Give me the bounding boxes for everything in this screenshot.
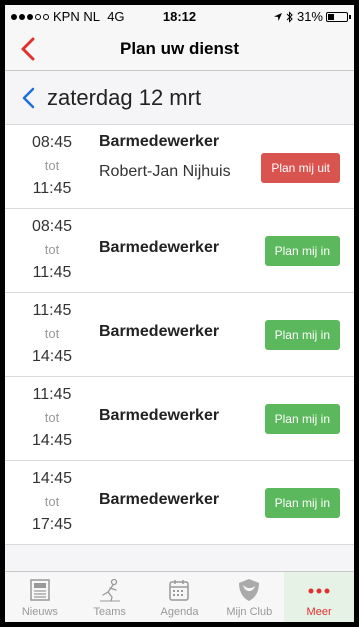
status-bar: KPN NL 4G 18:12 31% bbox=[5, 5, 354, 27]
shift-end: 11:45 bbox=[32, 264, 72, 281]
shift-role: Barmedewerker bbox=[99, 323, 220, 340]
page-title: Plan uw dienst bbox=[119, 39, 240, 58]
shift-row: 11:45 tot 14:45 Barmedewerker Plan mij i… bbox=[5, 377, 354, 461]
bluetooth-icon bbox=[286, 10, 293, 23]
shift-row: 08:45 tot 11:45 Barmedewerker Robert-Jan… bbox=[5, 125, 354, 209]
shift-list: 08:45 tot 11:45 Barmedewerker Robert-Jan… bbox=[5, 125, 354, 545]
battery-percent: 31% bbox=[296, 9, 323, 24]
tab-teams[interactable]: Teams bbox=[75, 572, 145, 622]
tab-meer[interactable]: Meer bbox=[284, 572, 354, 622]
player-icon bbox=[99, 578, 120, 602]
newspaper-icon bbox=[30, 579, 50, 601]
shift-role: Barmedewerker bbox=[99, 407, 220, 424]
shift-separator: tot bbox=[44, 242, 60, 257]
tab-label: Agenda bbox=[160, 606, 199, 618]
shift-row: 11:45 tot 14:45 Barmedewerker Plan mij i… bbox=[5, 293, 354, 377]
more-icon bbox=[308, 588, 330, 594]
tab-label: Teams bbox=[93, 606, 126, 618]
date-label: zaterdag 12 mrt bbox=[47, 85, 202, 110]
schedule-button[interactable]: Plan mij in bbox=[264, 320, 340, 350]
shift-times: 08:45 tot 11:45 bbox=[27, 131, 77, 201]
shift-times: 14:45 tot 17:45 bbox=[27, 467, 77, 537]
tab-label: Nieuws bbox=[21, 606, 58, 618]
shift-times: 11:45 tot 14:45 bbox=[27, 299, 77, 369]
shift-end: 14:45 bbox=[31, 348, 73, 365]
previous-day-chevron-icon[interactable] bbox=[21, 87, 37, 109]
shift-row: 08:45 tot 11:45 Barmedewerker Plan mij i… bbox=[5, 209, 354, 293]
shift-start: 14:45 bbox=[31, 470, 73, 487]
shift-role: Barmedewerker bbox=[99, 133, 220, 150]
tab-label: Mijn Club bbox=[226, 606, 273, 618]
shift-separator: tot bbox=[44, 326, 60, 341]
shift-role: Barmedewerker bbox=[99, 239, 220, 256]
assigned-person: Robert-Jan Nijhuis bbox=[99, 163, 231, 180]
battery-icon bbox=[326, 11, 351, 22]
date-header: zaterdag 12 mrt bbox=[5, 71, 354, 125]
shift-times: 11:45 tot 14:45 bbox=[27, 383, 77, 453]
location-arrow-icon bbox=[273, 12, 282, 21]
schedule-button[interactable]: Plan mij in bbox=[264, 404, 340, 434]
shift-end: 11:45 bbox=[32, 180, 72, 197]
tab-bar: Nieuws Teams Agenda Mijn Club Meer bbox=[5, 571, 354, 622]
shift-start: 08:45 bbox=[31, 134, 73, 151]
app-screen: KPN NL 4G 18:12 31% Plan uw dienst zater… bbox=[5, 5, 354, 622]
tab-agenda[interactable]: Agenda bbox=[145, 572, 215, 622]
tab-mijn-club[interactable]: Mijn Club bbox=[214, 572, 284, 622]
shield-icon bbox=[239, 579, 260, 601]
unschedule-button[interactable]: Plan mij uit bbox=[261, 153, 340, 183]
tab-label: Meer bbox=[306, 606, 332, 618]
shift-end: 17:45 bbox=[31, 516, 73, 533]
schedule-button[interactable]: Plan mij in bbox=[264, 236, 340, 266]
tab-nieuws[interactable]: Nieuws bbox=[5, 572, 75, 622]
shift-start: 08:45 bbox=[31, 218, 73, 235]
shift-start: 11:45 bbox=[32, 302, 72, 319]
shift-role: Barmedewerker bbox=[99, 491, 220, 508]
shift-separator: tot bbox=[44, 410, 60, 425]
shift-row: 14:45 tot 17:45 Barmedewerker Plan mij i… bbox=[5, 461, 354, 545]
shift-separator: tot bbox=[44, 158, 60, 173]
status-right: 31% bbox=[273, 9, 351, 24]
schedule-button[interactable]: Plan mij in bbox=[264, 488, 340, 518]
calendar-icon bbox=[169, 580, 190, 601]
navigation-bar: Plan uw dienst bbox=[5, 27, 354, 71]
shift-separator: tot bbox=[44, 494, 60, 509]
shift-start: 11:45 bbox=[32, 386, 72, 403]
shift-times: 08:45 tot 11:45 bbox=[27, 215, 77, 285]
shift-end: 14:45 bbox=[31, 432, 73, 449]
